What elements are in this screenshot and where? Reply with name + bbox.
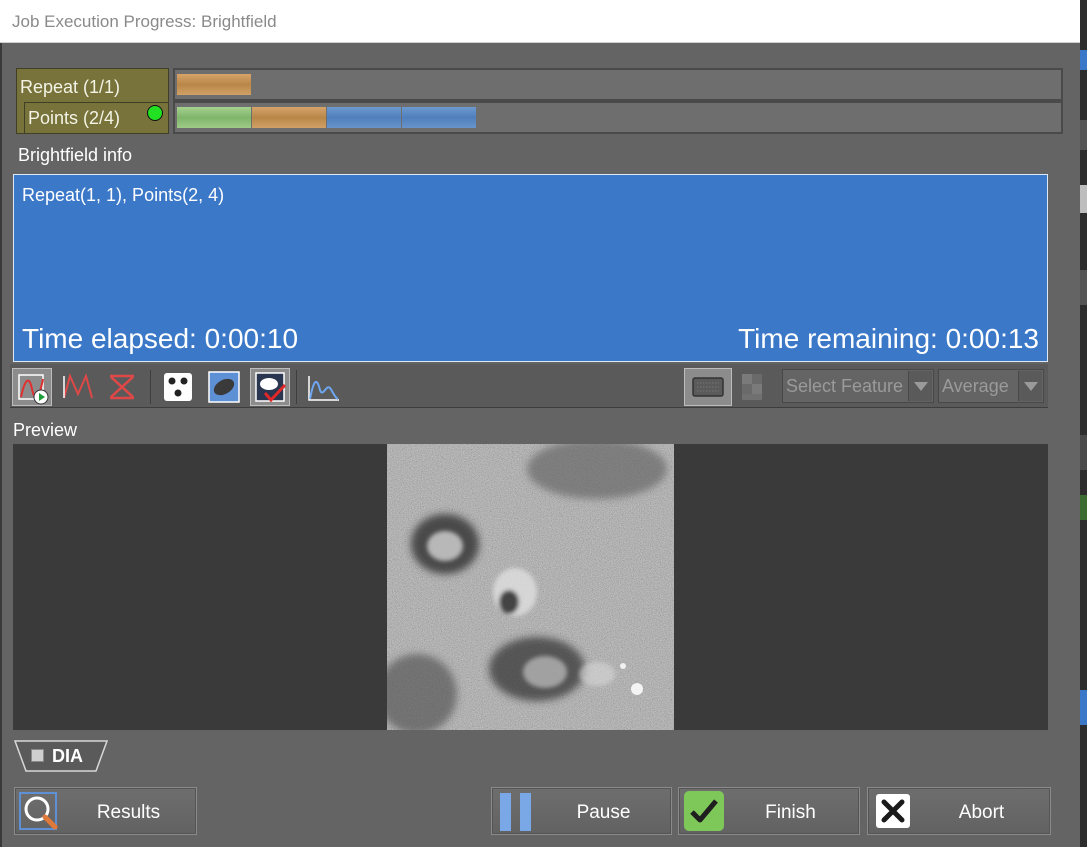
repeat-segment xyxy=(177,74,251,95)
pattern-icon xyxy=(742,374,762,400)
abort-button[interactable]: Abort xyxy=(867,787,1051,835)
finish-label: Finish xyxy=(765,802,816,823)
finish-button[interactable]: Finish xyxy=(678,787,860,835)
roi-check-button[interactable] xyxy=(250,368,290,406)
check-icon xyxy=(684,791,724,831)
tab-checkbox[interactable] xyxy=(31,749,44,762)
point-segment-2 xyxy=(252,107,326,128)
pause-button[interactable]: Pause xyxy=(491,787,672,835)
microscope-image xyxy=(387,444,674,730)
abort-label: Abort xyxy=(958,802,1005,823)
point-segment-3 xyxy=(327,107,401,128)
magnifier-icon xyxy=(19,792,58,830)
curve-button[interactable] xyxy=(58,368,98,406)
curve-play-icon xyxy=(18,374,49,405)
average-value: Average xyxy=(942,376,1009,396)
preview-panel xyxy=(13,444,1048,730)
roi-ellipse-icon xyxy=(208,371,240,403)
time-remaining: Time remaining: 0:00:13 xyxy=(738,323,1039,354)
pattern-button[interactable] xyxy=(738,368,774,406)
preview-label: Preview xyxy=(13,420,78,440)
info-panel: Repeat(1, 1), Points(2, 4) Time elapsed:… xyxy=(13,174,1048,362)
point-segment-4 xyxy=(402,107,476,128)
tab-label: DIA xyxy=(52,746,83,766)
results-button[interactable]: Results xyxy=(14,787,197,835)
chevron-down-icon xyxy=(908,371,932,401)
time-elapsed: Time elapsed: 0:00:10 xyxy=(22,323,299,354)
repeat-label: Repeat (1/1) xyxy=(20,77,121,97)
title-bar: Job Execution Progress: Brightfield xyxy=(0,0,1080,43)
histogram-icon xyxy=(308,376,339,401)
job-progress-window: Job Execution Progress: Brightfield Repe… xyxy=(0,0,1087,847)
dots-icon xyxy=(164,373,192,401)
results-label: Results xyxy=(96,802,161,823)
curve-icon xyxy=(63,373,93,399)
window-edge xyxy=(0,43,2,847)
tab-dia[interactable]: DIA xyxy=(14,740,108,772)
preview-toolbar: Select Feature Average xyxy=(10,364,1048,408)
grid-button[interactable] xyxy=(684,368,732,406)
pause-label: Pause xyxy=(576,802,631,823)
points-level: Points (2/4) xyxy=(24,102,169,134)
close-icon xyxy=(876,794,910,828)
curve-play-button[interactable] xyxy=(12,368,52,406)
average-dropdown[interactable]: Average xyxy=(938,369,1044,403)
points-label: Points (2/4) xyxy=(28,108,121,128)
point-segment-1 xyxy=(177,107,251,128)
info-label: Brightfield info xyxy=(18,145,133,165)
chevron-down-icon xyxy=(1018,371,1042,401)
remove-curve-button[interactable] xyxy=(102,368,142,406)
status-indicator xyxy=(147,105,163,121)
repeat-progress-track xyxy=(173,68,1063,101)
background-window-edge xyxy=(1080,0,1087,847)
toolbar-separator xyxy=(296,370,297,404)
info-text: Repeat(1, 1), Points(2, 4) xyxy=(22,185,225,205)
dots-button[interactable] xyxy=(158,368,198,406)
roi-ellipse-button[interactable] xyxy=(204,368,244,406)
window-title: Job Execution Progress: Brightfield xyxy=(12,12,277,31)
select-feature-dropdown[interactable]: Select Feature xyxy=(782,369,934,403)
roi-check-icon xyxy=(255,372,287,403)
histogram-button[interactable] xyxy=(304,368,344,406)
toolbar-separator xyxy=(150,370,151,404)
grid-icon xyxy=(692,377,724,397)
select-feature-value: Select Feature xyxy=(786,376,904,396)
points-progress-track xyxy=(173,101,1063,134)
remove-curve-icon xyxy=(110,374,134,400)
pause-icon xyxy=(500,793,531,831)
